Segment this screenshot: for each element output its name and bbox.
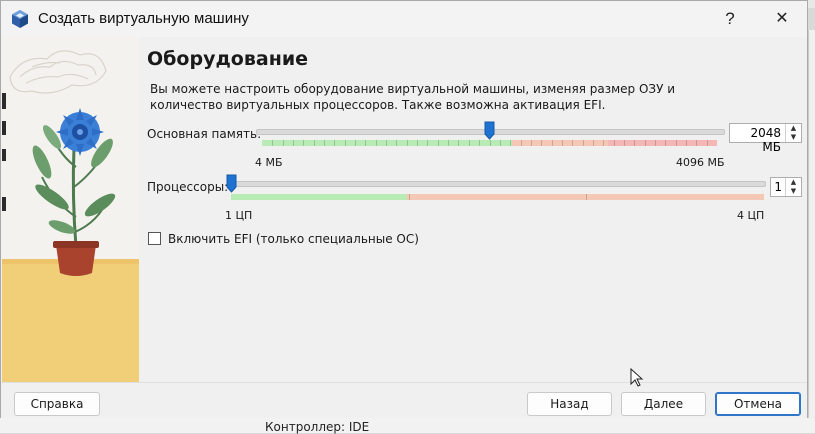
scale-tick bbox=[376, 140, 377, 146]
memory-scale-green bbox=[262, 140, 513, 146]
memory-spin-down-icon[interactable]: ▼ bbox=[786, 133, 801, 142]
scale-tick bbox=[686, 140, 687, 146]
scale-tick bbox=[593, 140, 594, 146]
scale-tick bbox=[303, 140, 304, 146]
hardware-page: Оборудование Вы можете настроить оборудо… bbox=[139, 37, 807, 382]
scale-tick bbox=[314, 140, 315, 146]
processors-spin-buttons: ▲ ▼ bbox=[785, 178, 801, 196]
back-button[interactable]: Назад bbox=[527, 392, 612, 416]
processors-spin-up-icon[interactable]: ▲ bbox=[786, 178, 801, 187]
scale-tick bbox=[334, 140, 335, 146]
scale-tick bbox=[624, 140, 625, 146]
processors-label: Процессоры: bbox=[147, 180, 229, 194]
scale-tick bbox=[586, 194, 587, 200]
scale-tick bbox=[365, 140, 366, 146]
dialog-button-bar: Справка Назад Далее Отмена bbox=[1, 382, 807, 418]
create-vm-dialog: Создать виртуальную машину ? ✕ Оборудова… bbox=[0, 0, 808, 418]
help-title-button[interactable]: ? bbox=[707, 1, 753, 37]
scale-tick bbox=[490, 140, 491, 146]
scale-tick bbox=[386, 140, 387, 146]
scale-tick bbox=[427, 140, 428, 146]
processors-slider-groove[interactable] bbox=[227, 181, 766, 187]
background-window-edge bbox=[808, 30, 815, 418]
close-button[interactable]: ✕ bbox=[759, 1, 805, 37]
scale-tick bbox=[634, 140, 635, 146]
scale-tick bbox=[562, 140, 563, 146]
memory-max-label: 4096 МБ bbox=[676, 156, 725, 169]
scale-tick bbox=[531, 140, 532, 146]
background-controller-text: Контроллер: IDE bbox=[265, 420, 370, 434]
scale-tick bbox=[272, 140, 273, 146]
scale-tick bbox=[469, 140, 470, 146]
wizard-illustration bbox=[2, 37, 139, 382]
processors-spin-down-icon[interactable]: ▼ bbox=[786, 187, 801, 196]
scale-tick bbox=[283, 140, 284, 146]
scale-tick bbox=[396, 140, 397, 146]
scale-tick bbox=[676, 140, 677, 146]
scale-tick bbox=[696, 140, 697, 146]
scale-tick bbox=[521, 140, 522, 146]
scale-tick bbox=[645, 140, 646, 146]
memory-spin-up-icon[interactable]: ▲ bbox=[786, 124, 801, 133]
scale-tick bbox=[417, 140, 418, 146]
page-description: Вы можете настроить оборудование виртуал… bbox=[150, 82, 676, 112]
title-bar[interactable]: Создать виртуальную машину ? ✕ bbox=[1, 1, 807, 37]
memory-value: 2048 МБ bbox=[750, 126, 781, 154]
scale-tick bbox=[603, 140, 604, 146]
processors-max-label: 4 ЦП bbox=[737, 209, 765, 222]
scale-tick bbox=[448, 140, 449, 146]
scale-tick bbox=[655, 140, 656, 146]
flower-pot-image bbox=[2, 37, 139, 382]
scale-tick bbox=[583, 140, 584, 146]
scale-tick bbox=[438, 140, 439, 146]
page-title: Оборудование bbox=[147, 48, 309, 70]
memory-scale-bar bbox=[262, 140, 717, 146]
efi-checkbox[interactable] bbox=[148, 232, 161, 245]
processors-min-label: 1 ЦП bbox=[225, 209, 253, 222]
scale-tick bbox=[572, 140, 573, 146]
processors-scale-green bbox=[231, 194, 407, 200]
scale-tick bbox=[324, 140, 325, 146]
scale-tick bbox=[707, 140, 708, 146]
memory-label: Основная память: bbox=[147, 127, 262, 141]
scale-tick bbox=[500, 140, 501, 146]
scale-tick bbox=[458, 140, 459, 146]
scale-tick bbox=[665, 140, 666, 146]
scale-tick bbox=[510, 140, 511, 146]
next-button[interactable]: Далее bbox=[621, 392, 706, 416]
cancel-button[interactable]: Отмена bbox=[715, 392, 801, 416]
background-window-bottom bbox=[0, 418, 815, 433]
scale-tick bbox=[552, 140, 553, 146]
scale-tick bbox=[355, 140, 356, 146]
scale-tick bbox=[407, 140, 408, 146]
memory-spinbox[interactable]: 2048 МБ ▲ ▼ bbox=[729, 123, 802, 154]
processors-value: 1 bbox=[774, 180, 782, 194]
window-title: Создать виртуальную машину bbox=[38, 10, 249, 27]
processors-scale-bar bbox=[231, 194, 764, 200]
processors-spinbox[interactable]: 1 ▲ ▼ bbox=[770, 177, 802, 197]
efi-checkbox-label[interactable]: Включить EFI (только специальные ОС) bbox=[168, 232, 419, 246]
virtualbox-icon bbox=[12, 10, 28, 28]
scale-tick bbox=[345, 140, 346, 146]
memory-min-label: 4 МБ bbox=[255, 156, 283, 169]
mouse-cursor-icon bbox=[630, 368, 644, 387]
scale-tick bbox=[614, 140, 615, 146]
scale-tick bbox=[409, 194, 410, 200]
help-button[interactable]: Справка bbox=[14, 392, 100, 416]
scale-tick bbox=[541, 140, 542, 146]
scale-tick bbox=[293, 140, 294, 146]
scale-tick bbox=[479, 140, 480, 146]
processors-slider-thumb[interactable] bbox=[226, 174, 237, 193]
memory-spin-buttons: ▲ ▼ bbox=[785, 124, 801, 142]
memory-slider-thumb[interactable] bbox=[484, 121, 495, 140]
